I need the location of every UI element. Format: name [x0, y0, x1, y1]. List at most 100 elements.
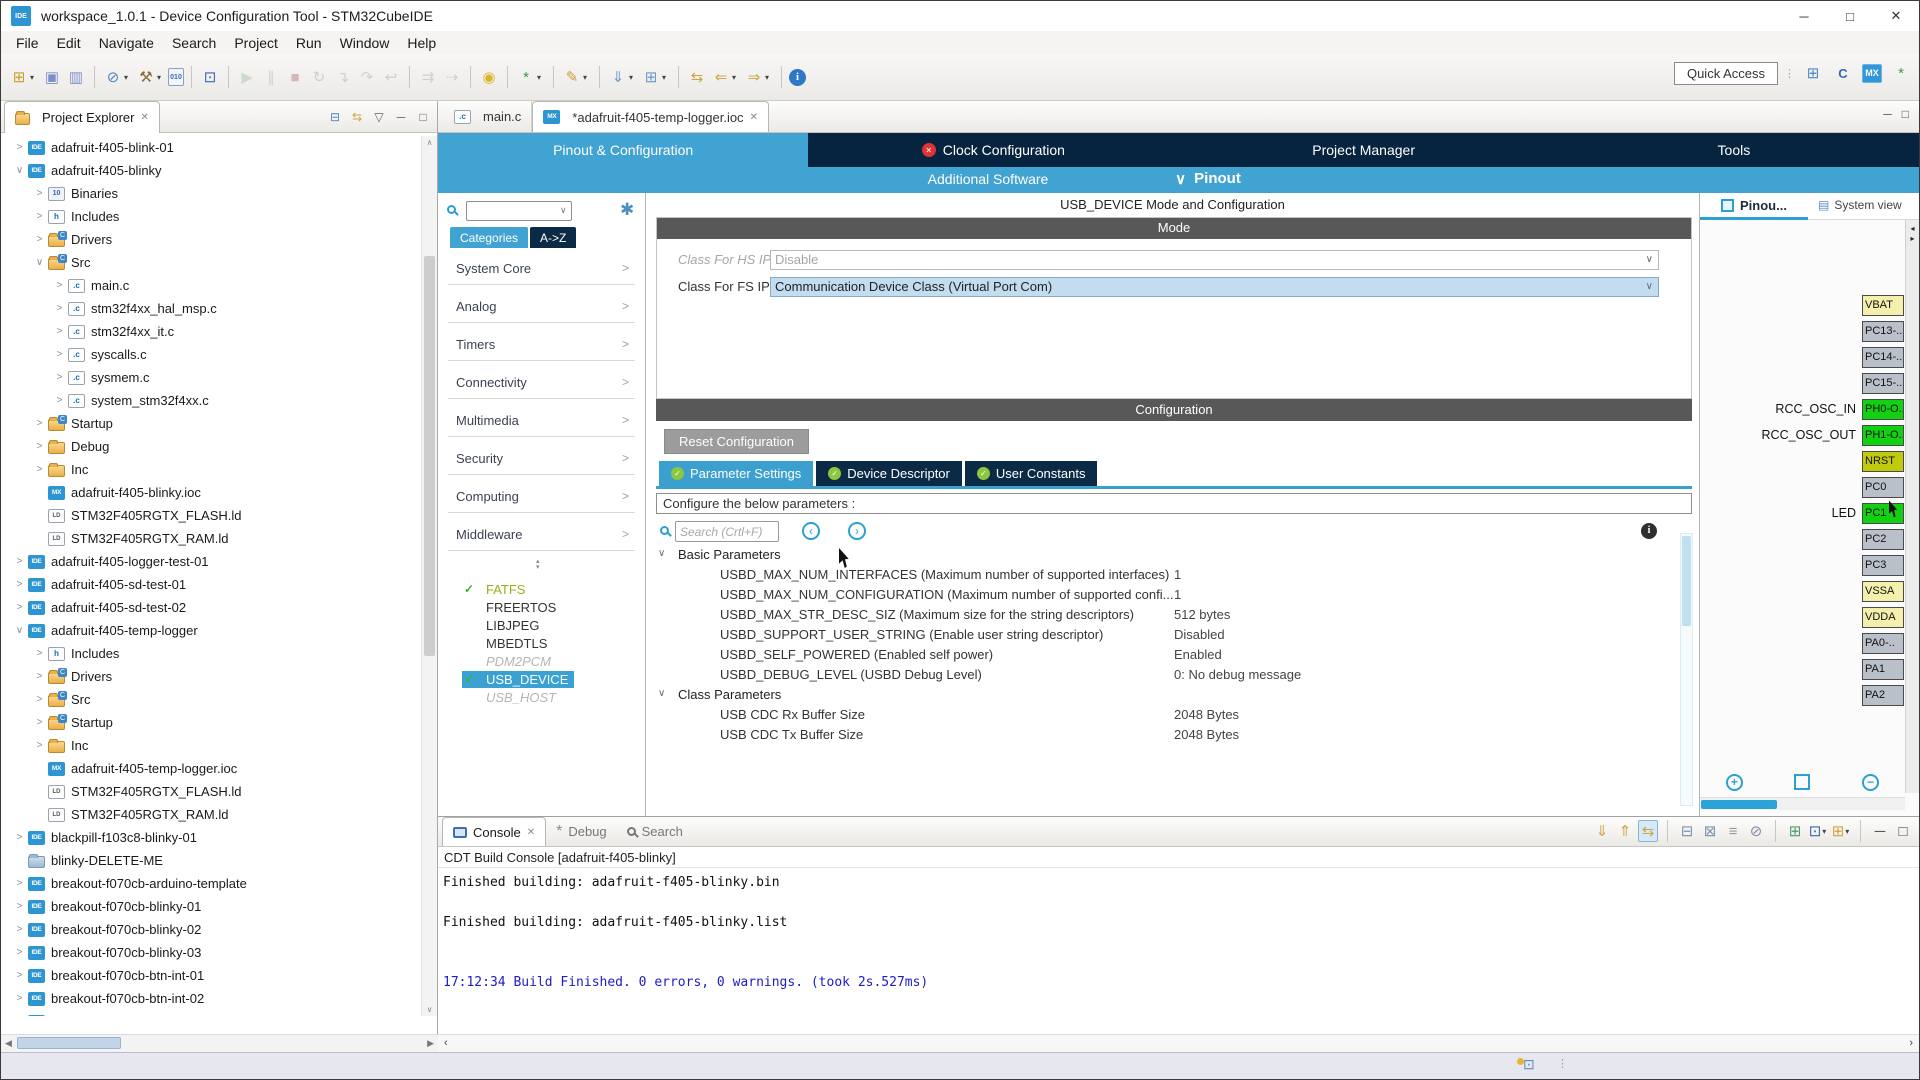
- tree-item[interactable]: > IDE breakout-f070cb-blinky-01: [1, 895, 421, 918]
- middleware-item[interactable]: ✓ FATFS: [438, 581, 645, 599]
- step-over-icon[interactable]: ↷: [356, 65, 378, 89]
- parameter-row[interactable]: USBD_DEBUG_LEVEL (USBD Debug Level)0: No…: [650, 665, 1679, 685]
- quick-access-button[interactable]: Quick Access: [1674, 62, 1778, 85]
- tree-item[interactable]: > IDE breakout-f070cb-btn-int-02: [1, 987, 421, 1010]
- use-step-filters-icon[interactable]: ⇉: [417, 65, 439, 89]
- expander-icon[interactable]: ∨: [31, 257, 48, 268]
- zoom-fit-button[interactable]: [1794, 774, 1810, 790]
- middleware-item[interactable]: FREERTOS: [438, 599, 645, 617]
- console-tab-search[interactable]: Search: [617, 817, 693, 846]
- parameter-row[interactable]: USBD_MAX_NUM_CONFIGURATION (Maximum numb…: [650, 585, 1679, 605]
- editor-tab[interactable]: MX*adafruit-f405-temp-logger.ioc✕: [532, 101, 769, 132]
- tree-item[interactable]: LD STM32F405RGTX_FLASH.ld: [1, 780, 421, 803]
- expander-icon[interactable]: >: [51, 372, 68, 383]
- chevron-down-icon[interactable]: ∨: [658, 688, 665, 699]
- dropdown-arrow-icon[interactable]: ▾: [583, 73, 592, 82]
- tree-item[interactable]: > Startup: [1, 711, 421, 734]
- back-icon[interactable]: ⇐▾: [710, 65, 741, 89]
- tree-item[interactable]: > IDE breakout-f070cb-arduino-template: [1, 872, 421, 895]
- tree-item[interactable]: > Startup: [1, 412, 421, 435]
- new-cpp-wizard-icon[interactable]: ⊞▾: [640, 65, 671, 89]
- explorer-horizontal-scrollbar[interactable]: ◀ ▶: [1, 1034, 438, 1052]
- expander-icon[interactable]: >: [31, 464, 48, 475]
- dropdown-arrow-icon[interactable]: ▾: [732, 73, 741, 82]
- parameter-row[interactable]: USBD_MAX_STR_DESC_SIZ (Maximum size for …: [650, 605, 1679, 625]
- parameter-search-input[interactable]: [675, 521, 779, 542]
- word-wrap-icon[interactable]: ≡: [1723, 820, 1743, 842]
- resume-icon[interactable]: ▶: [236, 65, 258, 89]
- tree-item[interactable]: blinky-DELETE-ME: [1, 849, 421, 872]
- pin[interactable]: VDDA: [1862, 607, 1904, 628]
- tree-item[interactable]: > .c sysmem.c: [1, 366, 421, 389]
- category-item[interactable]: Middleware >: [438, 517, 645, 555]
- parameter-section[interactable]: ∨Basic Parameters: [650, 545, 1679, 565]
- tree-item[interactable]: > Debug: [1, 435, 421, 458]
- tree-item[interactable]: > IDE breakout-f070cb-btn-int-01: [1, 964, 421, 987]
- dropdown-arrow-icon[interactable]: ▾: [1845, 827, 1851, 836]
- expander-icon[interactable]: >: [31, 418, 48, 429]
- pin[interactable]: PC2: [1862, 529, 1904, 550]
- combo-arrow-icon[interactable]: ∨: [560, 205, 567, 216]
- parameter-row[interactable]: USBD_SELF_POWERED (Enabled self power)En…: [650, 645, 1679, 665]
- menu-window[interactable]: Window: [331, 34, 399, 52]
- tree-item[interactable]: > IDE blackpill-f103c8-blinky-01: [1, 826, 421, 849]
- tree-item[interactable]: > .c stm32f4xx_hal_msp.c: [1, 297, 421, 320]
- category-item[interactable]: Multimedia >: [438, 403, 645, 441]
- expander-icon[interactable]: ∨: [11, 165, 28, 176]
- forward-icon[interactable]: ⇒▾: [743, 65, 774, 89]
- expander-icon[interactable]: >: [51, 326, 68, 337]
- console-tab-console[interactable]: Console✕: [442, 817, 546, 846]
- previous-match-button[interactable]: ‹: [802, 522, 820, 540]
- menu-search[interactable]: Search: [163, 34, 225, 52]
- middleware-item[interactable]: USB_HOST: [438, 689, 645, 707]
- tree-item[interactable]: > IDE adafruit-f405-sd-test-02: [1, 596, 421, 619]
- zoom-in-button[interactable]: +: [1726, 774, 1743, 791]
- scrollbar-thumb[interactable]: [1701, 800, 1777, 809]
- menu-file[interactable]: File: [7, 34, 48, 52]
- filter-icon[interactable]: ⇢: [441, 65, 463, 89]
- parameter-row[interactable]: USB CDC Tx Buffer Size2048 Bytes: [650, 725, 1679, 745]
- expander-icon[interactable]: >: [31, 648, 48, 659]
- ioc-tab-tools[interactable]: Tools: [1549, 133, 1919, 167]
- tree-item[interactable]: LD STM32F405RGTX_RAM.ld: [1, 803, 421, 826]
- expander-icon[interactable]: >: [31, 717, 48, 728]
- config-tab-parameter-settings[interactable]: ✓Parameter Settings: [659, 461, 813, 486]
- scroll-to-top-icon[interactable]: ⇑: [1615, 820, 1635, 842]
- scroll-to-end-icon[interactable]: ⇓: [1592, 820, 1612, 842]
- skip-all-breakpoints-icon[interactable]: ⊘▾: [102, 65, 133, 89]
- minimize-window-button[interactable]: ─: [1781, 1, 1827, 31]
- pin[interactable]: PC13-..: [1862, 321, 1904, 342]
- terminal-icon[interactable]: ⊡: [199, 65, 221, 89]
- dropdown-arrow-icon[interactable]: ▾: [537, 73, 546, 82]
- scroll-right-icon[interactable]: ›: [1909, 1037, 1913, 1049]
- expander-icon[interactable]: >: [11, 142, 28, 153]
- pin[interactable]: PC15-..: [1862, 373, 1904, 394]
- editor-tab[interactable]: .cmain.c: [444, 101, 532, 132]
- debug-icon[interactable]: *▾: [515, 65, 546, 89]
- pin[interactable]: PH0-O..: [1862, 399, 1904, 420]
- tree-item[interactable]: > IDE adafruit-f405-logger-test-01: [1, 550, 421, 573]
- explorer-vertical-scrollbar[interactable]: ∧ ∨: [421, 136, 437, 1016]
- load-icon[interactable]: ⇓▾: [607, 65, 638, 89]
- tab-system-view[interactable]: ▤ System view: [1818, 198, 1902, 212]
- config-tab-user-constants[interactable]: ✓User Constants: [965, 461, 1098, 486]
- minimize-panel-icon[interactable]: ─: [1870, 820, 1890, 842]
- tree-item[interactable]: > .c stm32f4xx_it.c: [1, 320, 421, 343]
- dropdown-arrow-icon[interactable]: ▾: [30, 73, 39, 82]
- middleware-item[interactable]: LIBJPEG: [438, 617, 645, 635]
- cpp-perspective-icon[interactable]: C: [1832, 61, 1854, 85]
- tree-item[interactable]: > Inc: [1, 734, 421, 757]
- dropdown-arrow-icon[interactable]: ▾: [629, 73, 638, 82]
- dropdown-arrow-icon[interactable]: ▾: [765, 73, 774, 82]
- tree-item[interactable]: > Src: [1, 688, 421, 711]
- collapse-all-icon[interactable]: ⊟: [325, 107, 345, 127]
- minimize-editor-icon[interactable]: ─: [1883, 107, 1892, 121]
- tree-item[interactable]: > IDE adafruit-f405-sd-test-01: [1, 573, 421, 596]
- expander-icon[interactable]: >: [11, 970, 28, 981]
- parameter-row[interactable]: USBD_SUPPORT_USER_STRING (Enable user st…: [650, 625, 1679, 645]
- expander-icon[interactable]: >: [11, 947, 28, 958]
- scroll-up-icon[interactable]: ∧: [422, 138, 437, 147]
- cubemx-perspective-icon[interactable]: MX: [1862, 64, 1882, 83]
- expander-icon[interactable]: >: [31, 740, 48, 751]
- pinout-horizontal-scrollbar[interactable]: [1700, 797, 1905, 810]
